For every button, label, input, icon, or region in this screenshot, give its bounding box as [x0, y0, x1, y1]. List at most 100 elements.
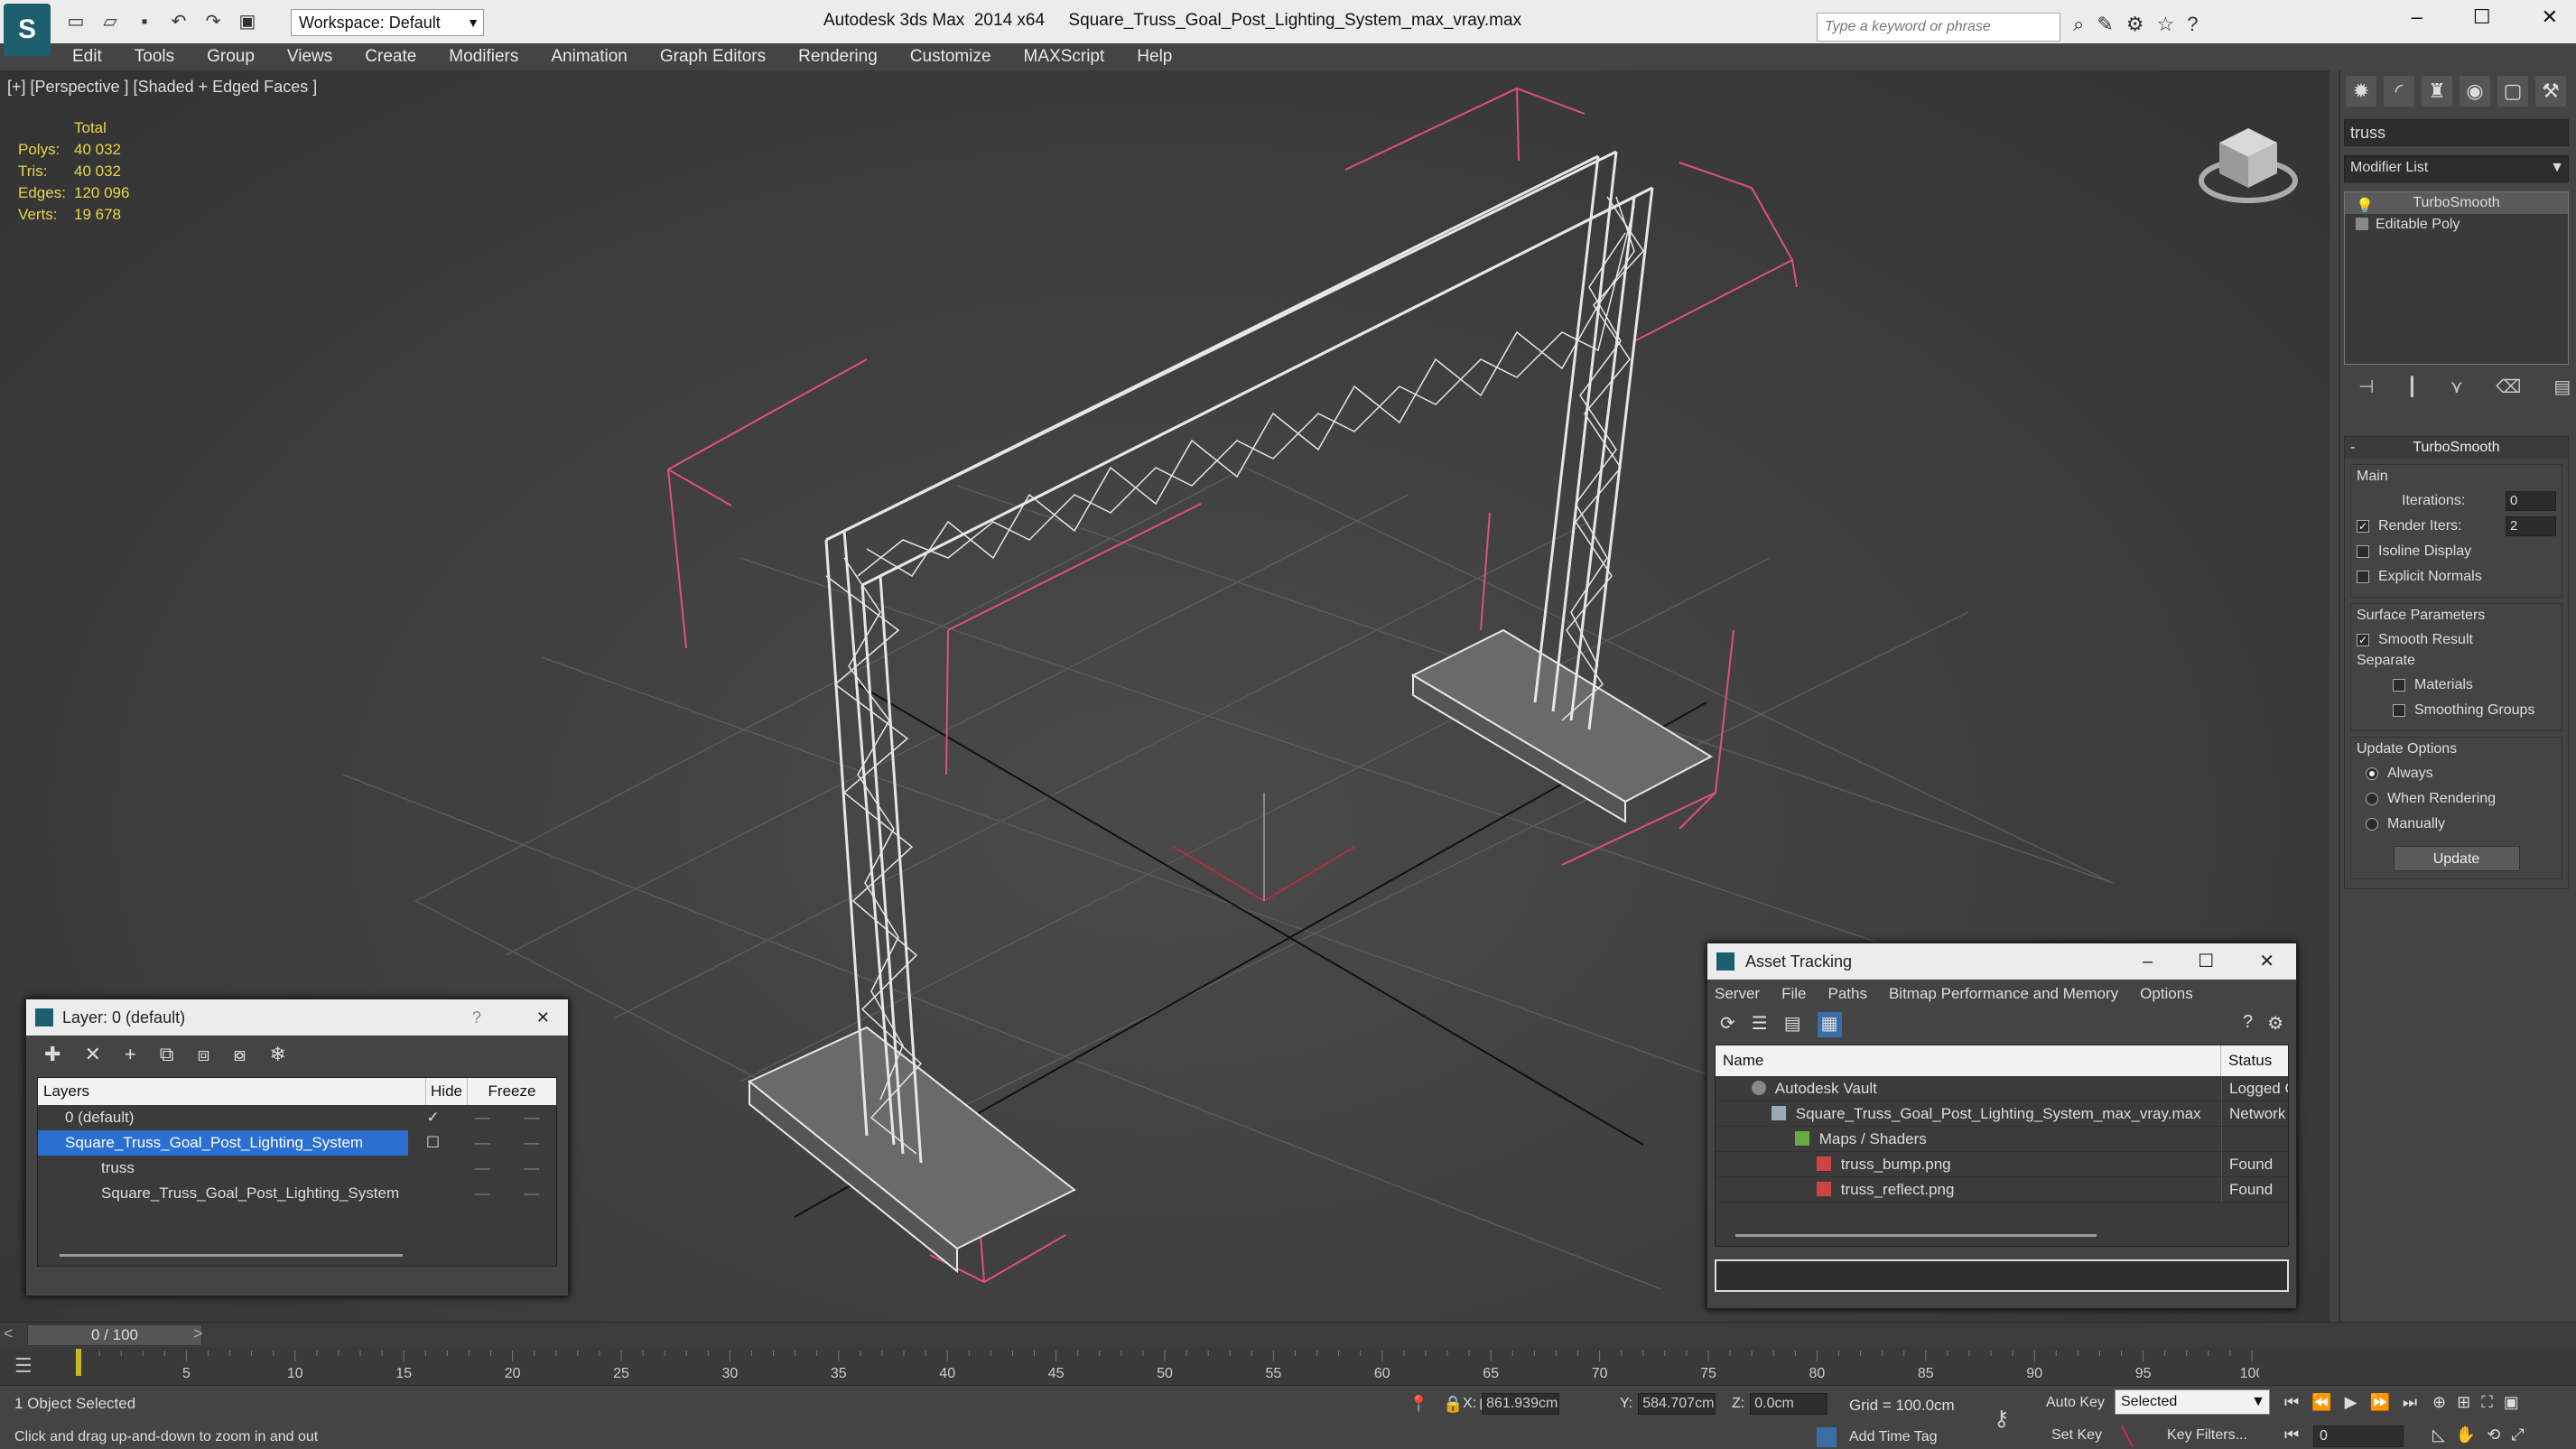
help-icon[interactable]: ? — [2243, 1012, 2253, 1035]
smoothing-groups-checkbox[interactable] — [2393, 704, 2405, 717]
smooth-result-checkbox[interactable]: ✓ — [2357, 634, 2369, 646]
communication-icon[interactable]: ⚙ — [2126, 13, 2144, 36]
pin-stack-icon[interactable]: ⊣ — [2358, 376, 2374, 398]
hide-toggle[interactable]: — — [458, 1156, 507, 1181]
zoom-extents-icon[interactable]: ⛶ — [2481, 1393, 2493, 1412]
remove-modifier-icon[interactable]: ⌫ — [2496, 376, 2521, 398]
auto-key-button[interactable]: Auto Key — [2046, 1395, 2105, 1411]
subscription-icon[interactable]: ✎ — [2097, 13, 2113, 36]
next-key-icon[interactable]: ⏩ — [2369, 1393, 2389, 1412]
select-objects-icon[interactable]: ⧉ — [160, 1043, 174, 1066]
stack-item-editable-poly[interactable]: Editable Poly — [2345, 214, 2568, 236]
binoculars-icon[interactable]: ⌕ — [2073, 13, 2084, 36]
undo-icon[interactable]: ↶ — [166, 9, 191, 34]
list-view-icon[interactable]: ☰ — [1752, 1012, 1768, 1037]
selection-set-dropdown[interactable]: Selected ▼ — [2115, 1389, 2270, 1415]
menu-customize[interactable]: Customize — [910, 43, 991, 70]
close-icon[interactable]: ✕ — [2259, 943, 2274, 980]
hide-toggle[interactable]: — — [458, 1181, 507, 1206]
hide-all-icon[interactable]: ⧇ — [233, 1043, 246, 1066]
layer-row[interactable]: Square_Truss_Goal_Post_Lighting_System ☐… — [38, 1130, 556, 1156]
menu-animation[interactable]: Animation — [551, 43, 628, 70]
create-tab-icon[interactable]: ✹ — [2346, 76, 2376, 107]
render-iters-checkbox[interactable]: ✓ — [2357, 520, 2369, 533]
set-key-mode-icon[interactable]: ╲ — [2122, 1426, 2133, 1448]
lightbulb-icon[interactable]: 💡 — [2356, 196, 2374, 214]
show-end-result-icon[interactable]: ┃ — [2406, 376, 2417, 398]
y-field[interactable]: 584.707cm — [1638, 1393, 1716, 1415]
object-name-field[interactable]: truss — [2344, 119, 2569, 146]
next-frame-icon[interactable]: > — [193, 1324, 203, 1343]
prev-frame-icon[interactable]: < — [4, 1324, 14, 1343]
curve-editor-icon[interactable]: ☰ — [14, 1354, 33, 1378]
walkthrough-icon[interactable]: ⤢ — [2511, 1426, 2524, 1444]
col-freeze[interactable]: Freeze — [468, 1078, 556, 1105]
hide-toggle[interactable]: — — [458, 1130, 507, 1156]
table-view-icon[interactable]: ▤ — [1784, 1012, 1801, 1037]
zoom-all-icon[interactable]: ⊞ — [2457, 1393, 2470, 1412]
add-time-tag[interactable]: Add Time Tag — [1849, 1429, 1938, 1445]
refresh-icon[interactable]: ⟳ — [1720, 1012, 1735, 1037]
search-input[interactable]: Type a keyword or phrase — [1817, 13, 2060, 42]
save-icon[interactable]: ▪ — [132, 9, 157, 34]
asset-window-titlebar[interactable]: Asset Tracking – ☐ ✕ — [1707, 943, 2296, 980]
lock-icon[interactable]: 🔒 — [1443, 1395, 1463, 1414]
x-field[interactable]: 861.939cm — [1482, 1393, 1560, 1415]
maximize-icon[interactable]: ☐ — [2198, 943, 2214, 980]
asset-menu-paths[interactable]: Paths — [1827, 985, 1866, 1003]
key-icon[interactable]: ⚷ — [1994, 1406, 2010, 1432]
display-tab-icon[interactable]: ▢ — [2497, 76, 2528, 107]
asset-menu-file[interactable]: File — [1781, 985, 1806, 1003]
asset-path-field[interactable] — [1715, 1259, 2289, 1292]
iterations-spinner[interactable]: 0 — [2506, 491, 2556, 511]
col-hide[interactable]: Hide — [426, 1078, 468, 1105]
zoom-icon[interactable]: ⊕ — [2432, 1393, 2446, 1412]
menu-tools[interactable]: Tools — [135, 43, 174, 70]
isolate-icon[interactable]: 📍 — [1409, 1395, 1428, 1414]
expand-icon[interactable] — [2356, 218, 2368, 230]
freeze-toggle[interactable]: — — [507, 1156, 556, 1181]
active-check-icon[interactable]: ✓ — [408, 1105, 458, 1130]
menu-views[interactable]: Views — [287, 43, 332, 70]
col-layers[interactable]: Layers — [38, 1078, 426, 1105]
open-file-icon[interactable]: ▱ — [98, 9, 123, 34]
help-icon[interactable]: ? — [472, 999, 481, 1036]
asset-menu-server[interactable]: Server — [1715, 985, 1760, 1003]
layer-window-titlebar[interactable]: Layer: 0 (default) ? ✕ — [26, 999, 568, 1036]
horizontal-scrollbar[interactable] — [1735, 1234, 2097, 1237]
asset-row[interactable]: Autodesk Vault Logged O — [1716, 1076, 2288, 1101]
redo-icon[interactable]: ↷ — [200, 9, 226, 34]
layer-object-row[interactable]: truss — — — [38, 1156, 556, 1181]
time-tag-icon[interactable] — [1817, 1427, 1837, 1447]
go-to-end-icon[interactable]: ⏭ — [2403, 1393, 2417, 1412]
minimize-icon[interactable]: – — [2143, 943, 2153, 980]
col-status[interactable]: Status — [2221, 1045, 2288, 1076]
motion-tab-icon[interactable]: ◉ — [2460, 76, 2490, 107]
modifier-list-dropdown[interactable]: Modifier List ▼ — [2344, 155, 2569, 182]
key-mode-icon[interactable]: ⏮ — [2284, 1426, 2299, 1444]
z-field[interactable]: 0.0cm — [1750, 1393, 1828, 1415]
col-name[interactable]: Name — [1716, 1045, 2221, 1076]
go-to-start-icon[interactable]: ⏮ — [2284, 1393, 2299, 1412]
previous-key-icon[interactable]: ⏪ — [2311, 1393, 2331, 1412]
active-box-icon[interactable]: ☐ — [408, 1130, 458, 1156]
update-button[interactable]: Update — [2393, 846, 2520, 871]
freeze-toggle[interactable]: — — [507, 1105, 556, 1130]
render-iters-spinner[interactable]: 2 — [2506, 516, 2556, 536]
hierarchy-tab-icon[interactable]: ♜ — [2422, 76, 2452, 107]
freeze-all-icon[interactable]: ❄ — [269, 1043, 285, 1066]
utilities-tab-icon[interactable]: ⚒ — [2535, 76, 2566, 107]
menu-help[interactable]: Help — [1137, 43, 1172, 70]
close-icon[interactable]: ✕ — [2542, 5, 2558, 29]
viewcube-icon[interactable] — [2194, 110, 2302, 209]
grid-view-icon[interactable]: ▦ — [1817, 1012, 1842, 1037]
modify-tab-icon[interactable]: ◜ — [2384, 76, 2414, 107]
workspace-dropdown[interactable]: Workspace: Default ▼ — [291, 9, 484, 36]
favorites-star-icon[interactable]: ☆ — [2157, 13, 2175, 36]
make-unique-icon[interactable]: ⋎ — [2450, 376, 2463, 398]
time-slider-thumb[interactable]: 0 / 100 — [27, 1324, 202, 1346]
maximize-viewport-icon[interactable]: ▣ — [2504, 1393, 2519, 1412]
menu-graph-editors[interactable]: Graph Editors — [660, 43, 766, 70]
asset-row[interactable]: truss_reflect.png Found — [1716, 1177, 2288, 1203]
minimize-icon[interactable]: – — [2412, 5, 2423, 29]
